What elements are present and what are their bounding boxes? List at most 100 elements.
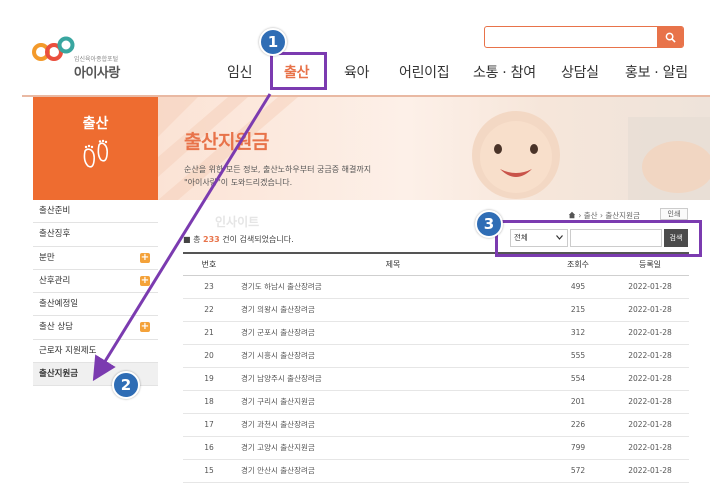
expand-plus-icon[interactable]: + [140, 322, 150, 333]
print-button[interactable]: 인쇄 [660, 208, 688, 220]
cell-views: 554 [545, 367, 611, 391]
banner-desc-line1: 순산을 위한 모든 정보, 출산노하우부터 궁금증 해결까지 [184, 165, 372, 174]
sidebar-item-label: 근로자 지원제도 [39, 345, 97, 356]
home-icon[interactable] [568, 211, 576, 219]
cell-title-link[interactable]: 경기 남양주시 출산장려금 [235, 367, 545, 391]
cell-number: 20 [183, 344, 235, 368]
cell-date: 2022-01-28 [611, 275, 689, 299]
breadcrumb-item[interactable]: 출산 [584, 211, 598, 220]
sidebar-item-birth-signs[interactable]: 출산징후 [33, 223, 158, 247]
gnb-item-notice[interactable]: 홍보 · 알림 [625, 62, 688, 82]
table-row[interactable]: 21 경기 군포시 출산장려금 312 2022-01-28 [183, 321, 689, 345]
banner-description: 순산을 위한 모든 정보, 출산노하우부터 궁금증 해결까지 "아이사랑"이 도… [184, 163, 371, 189]
sidebar-title: 출산 [82, 116, 109, 132]
count-suffix: 건이 검색되었습니다. [222, 235, 294, 244]
page-banner: 출산지원금 순산을 위한 모든 정보, 출산노하우부터 궁금증 해결까지 "아이… [158, 97, 710, 200]
highlight-board-search [495, 220, 702, 257]
step-badge-3: 3 [475, 210, 503, 238]
cell-number: 18 [183, 390, 235, 414]
cell-date: 2022-01-28 [611, 321, 689, 345]
table-row[interactable]: 20 경기 시흥시 출산장려금 555 2022-01-28 [183, 344, 689, 368]
cell-number: 19 [183, 367, 235, 391]
section-watermark: 인사이트 [215, 215, 260, 229]
search-icon [665, 32, 676, 43]
banner-desc-line2: "아이사랑"이 도와드리겠습니다. [184, 178, 293, 187]
cell-number: 16 [183, 436, 235, 460]
sidebar-item-label: 분만 [39, 252, 55, 263]
sidebar-item-label: 출산예정일 [39, 299, 79, 310]
cell-views: 201 [545, 390, 611, 414]
gnb-item-parenting[interactable]: 육아 [344, 62, 369, 82]
cell-number: 22 [183, 298, 235, 322]
sidebar-item-delivery[interactable]: 분만 + [33, 247, 158, 270]
table-row[interactable]: 22 경기 의왕시 출산장려금 215 2022-01-28 [183, 298, 689, 322]
sidebar-item-label: 출산 상담 [39, 322, 73, 333]
table-row[interactable]: 17 경기 과천시 출산장려금 226 2022-01-28 [183, 413, 689, 437]
cell-views: 799 [545, 436, 611, 460]
sidebar-item-label: 산후관리 [39, 275, 71, 286]
cell-number: 21 [183, 321, 235, 345]
cell-date: 2022-01-28 [611, 390, 689, 414]
table-row[interactable]: 23 경기도 하남시 출산장려금 495 2022-01-28 [183, 275, 689, 299]
site-logo[interactable]: 임신육아종합포털 아이사랑 [32, 32, 142, 81]
count-value: 233 [203, 235, 220, 244]
gnb-item-counsel[interactable]: 상담실 [561, 62, 599, 82]
sidebar-item-label: 출산지원금 [39, 369, 79, 380]
logo-rings-icon [32, 36, 75, 61]
baby-feet-icon [83, 139, 108, 168]
sidebar-menu: 출산준비 출산징후 분만 + 산후관리 + 출산예정일 출산 상담 + 근로자 지원제… [33, 200, 158, 387]
cell-views: 312 [545, 321, 611, 345]
cell-number: 15 [183, 459, 235, 483]
table-row[interactable]: 18 경기 구리시 출산지원금 201 2022-01-28 [183, 390, 689, 414]
highlight-birth-menu [270, 52, 327, 90]
sidebar-header: 출산 [33, 97, 158, 200]
sidebar-item-birth-counsel[interactable]: 출산 상담 + [33, 316, 158, 340]
table-row[interactable]: 16 경기 고양시 출산지원금 799 2022-01-28 [183, 436, 689, 460]
cell-title-link[interactable]: 경기 시흥시 출산장려금 [235, 344, 545, 368]
count-prefix: 총 [193, 235, 201, 244]
cell-views: 572 [545, 459, 611, 483]
gnb-item-pregnancy[interactable]: 임신 [227, 62, 252, 82]
gnb-item-daycare[interactable]: 어린이집 [399, 62, 450, 82]
breadcrumb-separator: › [578, 211, 582, 220]
sidebar-item-worker-support[interactable]: 근로자 지원제도 [33, 340, 158, 364]
cell-number: 17 [183, 413, 235, 437]
sidebar-item-due-date[interactable]: 출산예정일 [33, 293, 158, 317]
cell-title-link[interactable]: 경기 고양시 출산지원금 [235, 436, 545, 460]
page-title: 출산지원금 [184, 131, 269, 153]
step-badge-1: 1 [259, 28, 287, 56]
count-icon: ■ [183, 235, 191, 244]
cell-date: 2022-01-28 [611, 436, 689, 460]
subsidy-table: 번호 제목 조회수 등록일 23 경기도 하남시 출산장려금 495 2022-01-… [183, 252, 689, 483]
expand-plus-icon[interactable]: + [140, 275, 150, 286]
cell-title-link[interactable]: 경기 구리시 출산지원금 [235, 390, 545, 414]
expand-plus-icon[interactable]: + [140, 252, 150, 263]
result-count: ■ 총 233 건이 검색되었습니다. [183, 234, 294, 245]
cell-date: 2022-01-28 [611, 298, 689, 322]
step-badge-2: 2 [112, 371, 140, 399]
top-search-input[interactable] [485, 27, 657, 47]
logo-name: 아이사랑 [74, 66, 120, 81]
col-number: 번호 [183, 252, 235, 276]
cell-title-link[interactable]: 경기 과천시 출산장려금 [235, 413, 545, 437]
breadcrumb-item[interactable]: 출산지원금 [605, 211, 640, 220]
table-row[interactable]: 19 경기 남양주시 출산장려금 554 2022-01-28 [183, 367, 689, 391]
breadcrumb-separator: › [599, 211, 603, 220]
table-row[interactable]: 15 경기 안산시 출산장려금 572 2022-01-28 [183, 459, 689, 483]
cell-date: 2022-01-28 [611, 459, 689, 483]
cell-title-link[interactable]: 경기 안산시 출산장려금 [235, 459, 545, 483]
cell-number: 23 [183, 275, 235, 299]
sidebar-item-label: 출산징후 [39, 229, 71, 240]
cell-views: 495 [545, 275, 611, 299]
sidebar-item-postpartum[interactable]: 산후관리 + [33, 270, 158, 294]
print-label: 인쇄 [667, 210, 681, 218]
cell-title-link[interactable]: 경기도 하남시 출산장려금 [235, 275, 545, 299]
sidebar-item-birth-prep[interactable]: 출산준비 [33, 200, 158, 224]
cell-title-link[interactable]: 경기 의왕시 출산장려금 [235, 298, 545, 322]
gnb-item-community[interactable]: 소통 · 참여 [473, 62, 536, 82]
cell-date: 2022-01-28 [611, 413, 689, 437]
top-search-button[interactable] [657, 26, 683, 48]
cell-views: 555 [545, 344, 611, 368]
cell-views: 226 [545, 413, 611, 437]
cell-title-link[interactable]: 경기 군포시 출산장려금 [235, 321, 545, 345]
